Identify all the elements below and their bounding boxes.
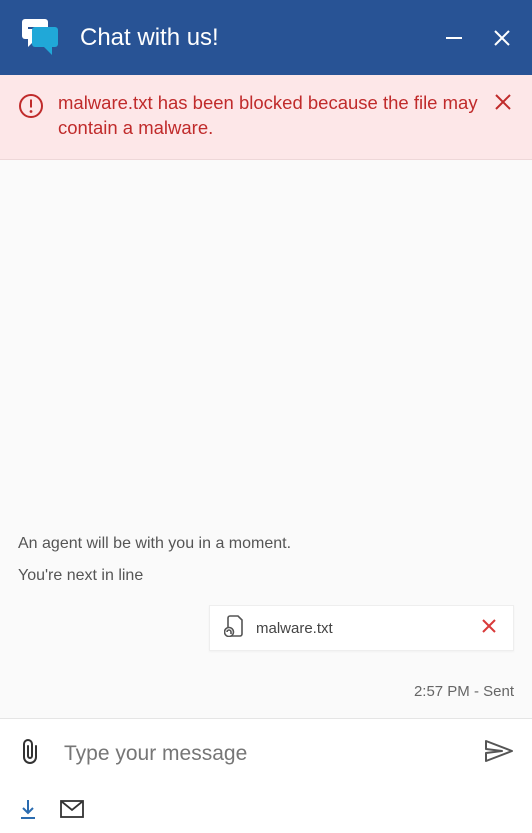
message-input[interactable] <box>64 742 462 766</box>
alert-text: malware.txt has been blocked because the… <box>58 91 478 141</box>
download-button[interactable] <box>18 798 38 825</box>
attachment-filename: malware.txt <box>256 620 467 637</box>
composer-toolbar <box>18 784 514 825</box>
error-icon <box>18 93 44 124</box>
attach-button[interactable] <box>18 737 42 770</box>
chat-header: Chat with us! <box>0 0 532 75</box>
chat-title: Chat with us! <box>80 24 442 52</box>
attachment-row: malware.txt <box>18 605 514 651</box>
attachment-chip: malware.txt <box>209 605 514 651</box>
malware-alert: malware.txt has been blocked because the… <box>0 75 532 160</box>
send-button[interactable] <box>484 739 514 768</box>
minimize-button[interactable] <box>442 26 466 50</box>
queue-status: You're next in line <box>18 567 514 585</box>
file-icon <box>224 615 244 642</box>
composer <box>0 719 532 833</box>
alert-close-button[interactable] <box>492 91 514 118</box>
close-button[interactable] <box>490 26 514 50</box>
message-meta: 2:57 PM - Sent <box>18 683 514 700</box>
remove-attachment-button[interactable] <box>479 616 499 641</box>
chat-logo-icon <box>18 15 62 60</box>
agent-status: An agent will be with you in a moment. <box>18 535 514 553</box>
chat-body: An agent will be with you in a moment. Y… <box>0 160 532 719</box>
email-button[interactable] <box>60 800 84 823</box>
